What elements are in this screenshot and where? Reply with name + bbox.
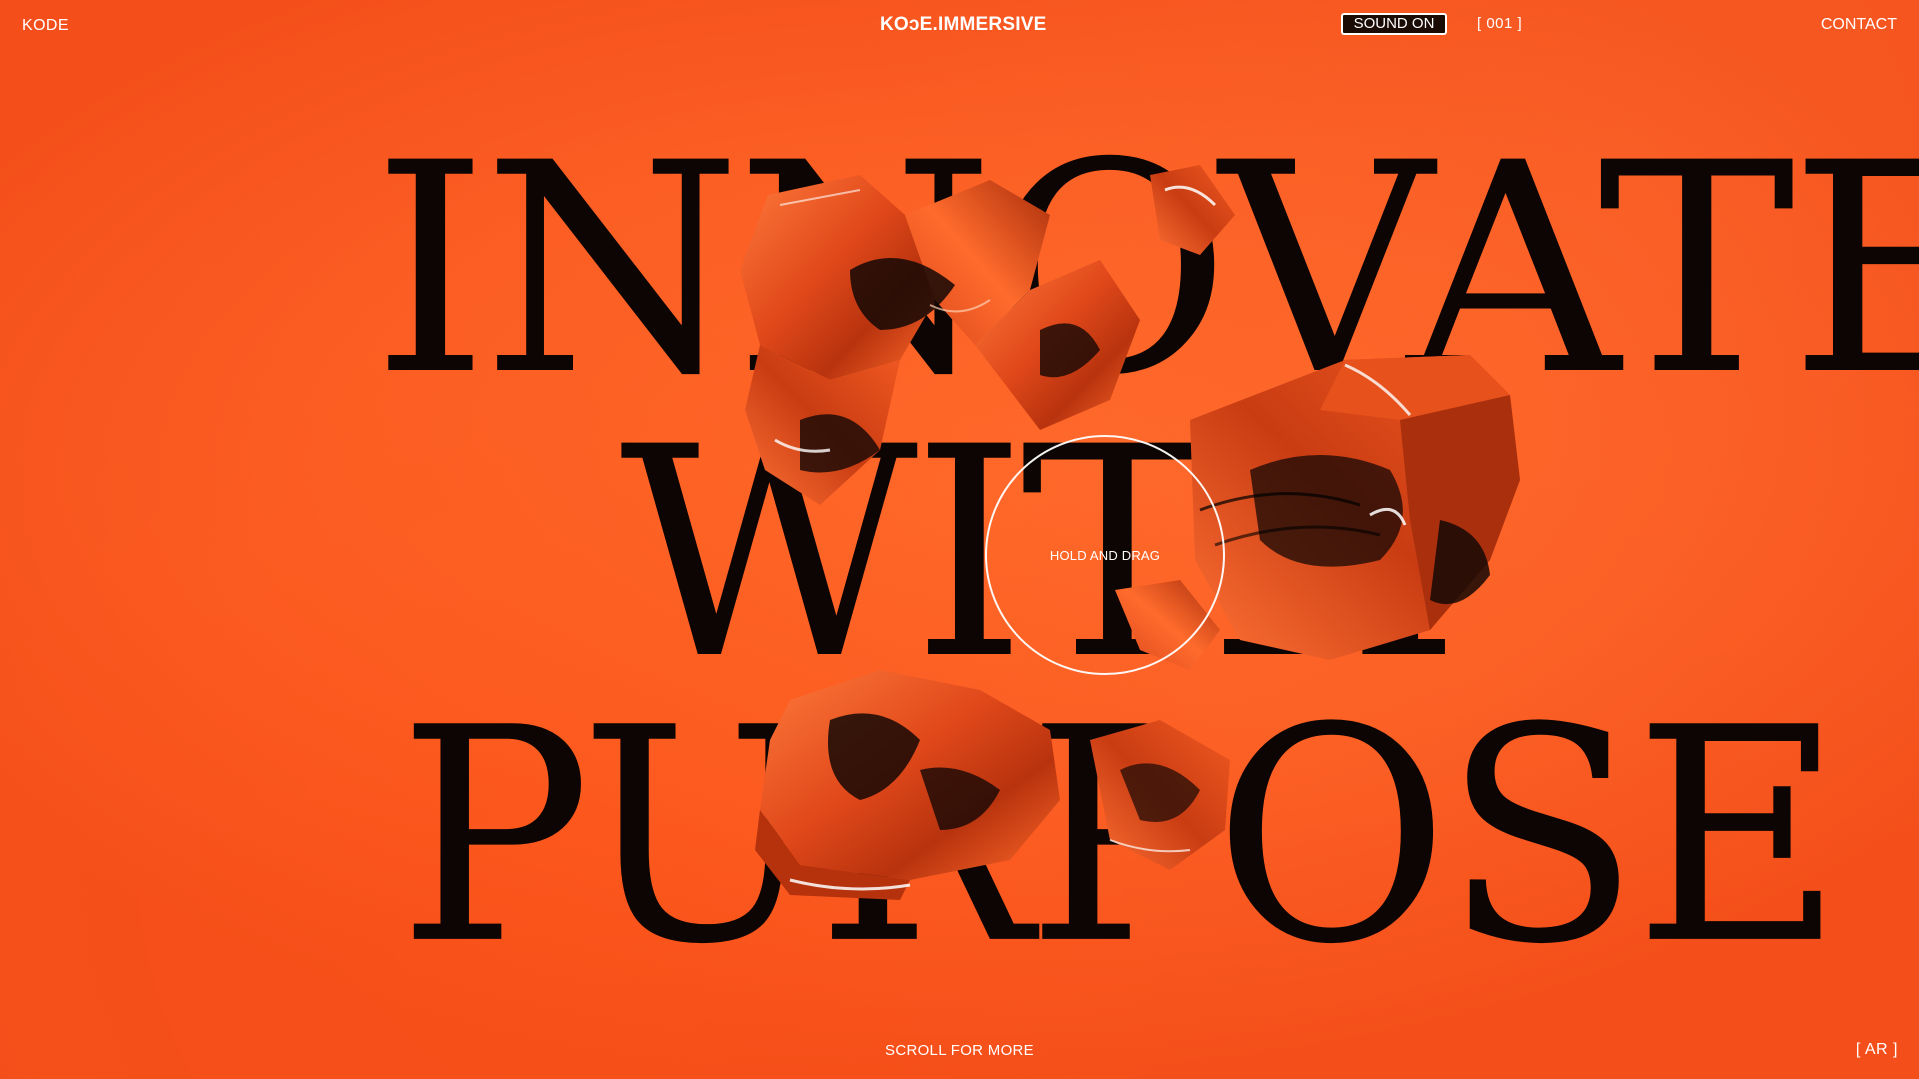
language-switch[interactable]: [ AR ] — [1856, 1041, 1898, 1059]
hold-and-drag-control[interactable]: HOLD AND DRAG — [985, 435, 1225, 675]
scroll-for-more-hint[interactable]: SCROLL FOR MORE — [0, 1042, 1919, 1059]
floating-block-bottom-left — [755, 670, 1230, 900]
hold-and-drag-label: HOLD AND DRAG — [1049, 547, 1161, 563]
3d-objects-scene[interactable] — [0, 0, 1919, 1079]
